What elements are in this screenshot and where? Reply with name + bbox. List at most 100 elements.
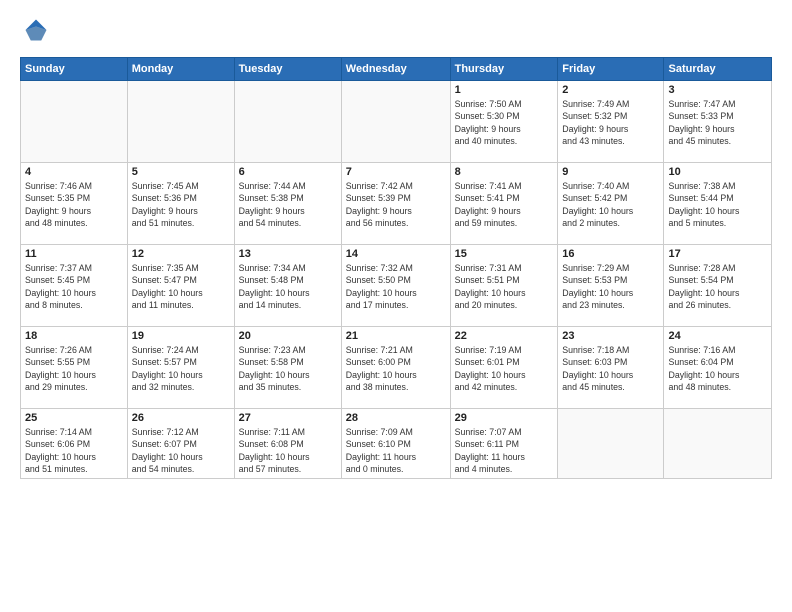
day-number: 18 (25, 330, 123, 342)
calendar-day-7: 7 Sunrise: 7:42 AM Sunset: 5:39 PM Daylig… (341, 163, 450, 245)
day-info: Sunrise: 7:45 AM Sunset: 5:36 PM Dayligh… (132, 180, 230, 229)
day-info: Sunrise: 7:32 AM Sunset: 5:50 PM Dayligh… (346, 262, 446, 311)
day-info: Sunrise: 7:18 AM Sunset: 6:03 PM Dayligh… (562, 344, 659, 393)
calendar-day-6: 6 Sunrise: 7:44 AM Sunset: 5:38 PM Daylig… (234, 163, 341, 245)
day-info: Sunrise: 7:49 AM Sunset: 5:32 PM Dayligh… (562, 98, 659, 147)
calendar-day-23: 23 Sunrise: 7:18 AM Sunset: 6:03 PM Dayli… (558, 327, 664, 409)
day-number: 25 (25, 412, 123, 424)
calendar-day-21: 21 Sunrise: 7:21 AM Sunset: 6:00 PM Dayli… (341, 327, 450, 409)
logo-icon (22, 16, 50, 44)
calendar-day-15: 15 Sunrise: 7:31 AM Sunset: 5:51 PM Dayli… (450, 245, 558, 327)
day-info: Sunrise: 7:09 AM Sunset: 6:10 PM Dayligh… (346, 426, 446, 475)
calendar-day-empty (341, 81, 450, 163)
calendar-day-20: 20 Sunrise: 7:23 AM Sunset: 5:58 PM Dayli… (234, 327, 341, 409)
calendar-week-row: 11 Sunrise: 7:37 AM Sunset: 5:45 PM Dayli… (21, 245, 772, 327)
day-info: Sunrise: 7:50 AM Sunset: 5:30 PM Dayligh… (455, 98, 554, 147)
calendar-weekday-saturday: Saturday (664, 58, 772, 81)
day-info: Sunrise: 7:24 AM Sunset: 5:57 PM Dayligh… (132, 344, 230, 393)
day-info: Sunrise: 7:07 AM Sunset: 6:11 PM Dayligh… (455, 426, 554, 475)
calendar-week-row: 4Sunrise: 7:46 AM Sunset: 5:35 PM Daylig… (21, 163, 772, 245)
day-number: 1 (455, 84, 554, 96)
calendar-weekday-sunday: Sunday (21, 58, 128, 81)
day-info: Sunrise: 7:31 AM Sunset: 5:51 PM Dayligh… (455, 262, 554, 311)
day-info: Sunrise: 7:12 AM Sunset: 6:07 PM Dayligh… (132, 426, 230, 475)
day-number: 21 (346, 330, 446, 342)
calendar-day-18: 18 Sunrise: 7:26 AM Sunset: 5:55 PM Dayli… (21, 327, 128, 409)
day-number: 11 (25, 248, 123, 260)
calendar-header-row: SundayMondayTuesdayWednesdayThursdayFrid… (21, 58, 772, 81)
day-info: Sunrise: 7:29 AM Sunset: 5:53 PM Dayligh… (562, 262, 659, 311)
day-number: 4 (25, 166, 123, 178)
calendar-weekday-monday: Monday (127, 58, 234, 81)
day-info: Sunrise: 7:14 AM Sunset: 6:06 PM Dayligh… (25, 426, 123, 475)
calendar-day-3: 3 Sunrise: 7:47 AM Sunset: 5:33 PM Daylig… (664, 81, 772, 163)
calendar-week-row: 18 Sunrise: 7:26 AM Sunset: 5:55 PM Dayli… (21, 327, 772, 409)
day-number: 23 (562, 330, 659, 342)
header (20, 16, 772, 49)
day-number: 2 (562, 84, 659, 96)
calendar-day-26: 26 Sunrise: 7:12 AM Sunset: 6:07 PM Dayli… (127, 409, 234, 479)
day-number: 9 (562, 166, 659, 178)
day-number: 22 (455, 330, 554, 342)
calendar-day-empty (234, 81, 341, 163)
day-number: 19 (132, 330, 230, 342)
day-info: Sunrise: 7:37 AM Sunset: 5:45 PM Dayligh… (25, 262, 123, 311)
calendar-day-12: 12 Sunrise: 7:35 AM Sunset: 5:47 PM Dayli… (127, 245, 234, 327)
day-number: 16 (562, 248, 659, 260)
day-number: 14 (346, 248, 446, 260)
calendar-day-22: 22 Sunrise: 7:19 AM Sunset: 6:01 PM Dayli… (450, 327, 558, 409)
day-number: 10 (668, 166, 767, 178)
calendar-day-8: 8 Sunrise: 7:41 AM Sunset: 5:41 PM Daylig… (450, 163, 558, 245)
day-number: 12 (132, 248, 230, 260)
page: SundayMondayTuesdayWednesdayThursdayFrid… (0, 0, 792, 612)
calendar-day-19: 19 Sunrise: 7:24 AM Sunset: 5:57 PM Dayli… (127, 327, 234, 409)
calendar-day-16: 16 Sunrise: 7:29 AM Sunset: 5:53 PM Dayli… (558, 245, 664, 327)
day-number: 17 (668, 248, 767, 260)
day-info: Sunrise: 7:38 AM Sunset: 5:44 PM Dayligh… (668, 180, 767, 229)
day-number: 20 (239, 330, 337, 342)
day-number: 26 (132, 412, 230, 424)
day-info: Sunrise: 7:41 AM Sunset: 5:41 PM Dayligh… (455, 180, 554, 229)
calendar-day-11: 11 Sunrise: 7:37 AM Sunset: 5:45 PM Dayli… (21, 245, 128, 327)
day-info: Sunrise: 7:44 AM Sunset: 5:38 PM Dayligh… (239, 180, 337, 229)
day-number: 3 (668, 84, 767, 96)
day-info: Sunrise: 7:28 AM Sunset: 5:54 PM Dayligh… (668, 262, 767, 311)
day-number: 13 (239, 248, 337, 260)
logo (20, 16, 50, 49)
day-info: Sunrise: 7:23 AM Sunset: 5:58 PM Dayligh… (239, 344, 337, 393)
calendar-day-27: 27Sunrise: 7:11 AM Sunset: 6:08 PM Dayli… (234, 409, 341, 479)
calendar-day-2: 2 Sunrise: 7:49 AM Sunset: 5:32 PM Daylig… (558, 81, 664, 163)
day-number: 8 (455, 166, 554, 178)
day-number: 6 (239, 166, 337, 178)
day-info: Sunrise: 7:26 AM Sunset: 5:55 PM Dayligh… (25, 344, 123, 393)
day-info: Sunrise: 7:21 AM Sunset: 6:00 PM Dayligh… (346, 344, 446, 393)
calendar-day-empty (127, 81, 234, 163)
calendar-day-1: 1 Sunrise: 7:50 AM Sunset: 5:30 PM Daylig… (450, 81, 558, 163)
day-info: Sunrise: 7:40 AM Sunset: 5:42 PM Dayligh… (562, 180, 659, 229)
calendar-day-29: 29 Sunrise: 7:07 AM Sunset: 6:11 PM Dayli… (450, 409, 558, 479)
calendar-week-row: 25 Sunrise: 7:14 AM Sunset: 6:06 PM Dayli… (21, 409, 772, 479)
calendar-day-empty (558, 409, 664, 479)
calendar-day-9: 9 Sunrise: 7:40 AM Sunset: 5:42 PM Daylig… (558, 163, 664, 245)
day-number: 15 (455, 248, 554, 260)
calendar-day-24: 24Sunrise: 7:16 AM Sunset: 6:04 PM Dayli… (664, 327, 772, 409)
day-number: 29 (455, 412, 554, 424)
day-info: Sunrise: 7:16 AM Sunset: 6:04 PM Dayligh… (668, 344, 767, 393)
calendar-day-empty (664, 409, 772, 479)
day-info: Sunrise: 7:34 AM Sunset: 5:48 PM Dayligh… (239, 262, 337, 311)
calendar-day-empty (21, 81, 128, 163)
calendar-weekday-wednesday: Wednesday (341, 58, 450, 81)
calendar-weekday-friday: Friday (558, 58, 664, 81)
calendar-day-10: 10 Sunrise: 7:38 AM Sunset: 5:44 PM Dayli… (664, 163, 772, 245)
day-info: Sunrise: 7:35 AM Sunset: 5:47 PM Dayligh… (132, 262, 230, 311)
day-info: Sunrise: 7:47 AM Sunset: 5:33 PM Dayligh… (668, 98, 767, 147)
calendar-day-13: 13 Sunrise: 7:34 AM Sunset: 5:48 PM Dayli… (234, 245, 341, 327)
day-info: Sunrise: 7:42 AM Sunset: 5:39 PM Dayligh… (346, 180, 446, 229)
calendar-day-28: 28Sunrise: 7:09 AM Sunset: 6:10 PM Dayli… (341, 409, 450, 479)
day-number: 7 (346, 166, 446, 178)
calendar-day-14: 14 Sunrise: 7:32 AM Sunset: 5:50 PM Dayli… (341, 245, 450, 327)
calendar-day-4: 4Sunrise: 7:46 AM Sunset: 5:35 PM Daylig… (21, 163, 128, 245)
calendar-weekday-thursday: Thursday (450, 58, 558, 81)
day-info: Sunrise: 7:19 AM Sunset: 6:01 PM Dayligh… (455, 344, 554, 393)
day-number: 27 (239, 412, 337, 424)
